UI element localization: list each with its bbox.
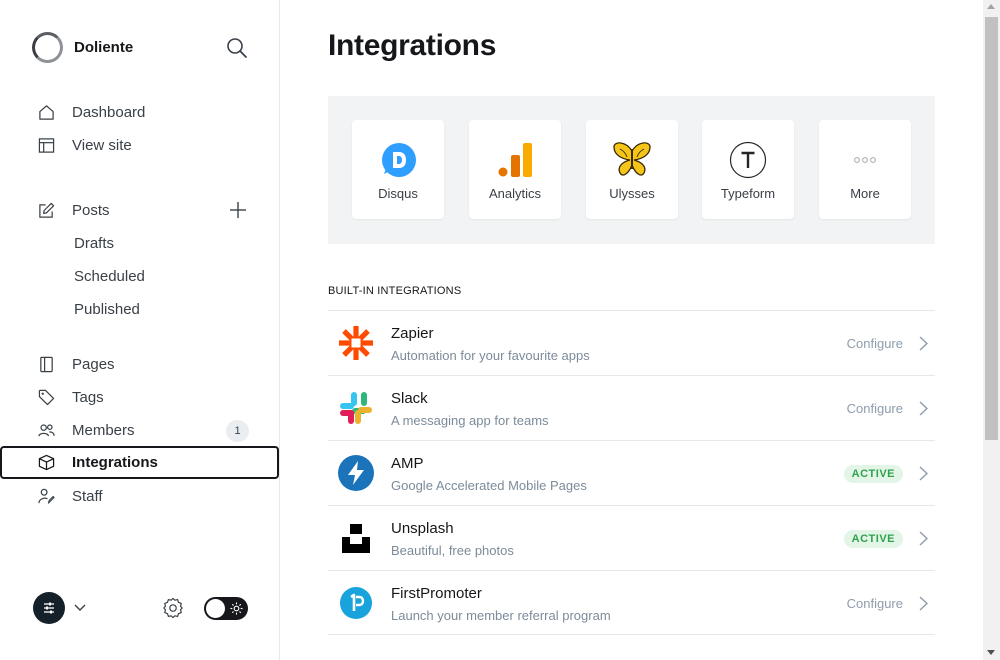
integration-description: Beautiful, free photos <box>391 543 514 558</box>
site-name: Doliente <box>74 39 134 56</box>
vertical-scrollbar[interactable] <box>983 0 1000 660</box>
unsplash-icon <box>338 520 374 556</box>
nav-label: Integrations <box>72 454 158 471</box>
slack-icon <box>338 390 374 426</box>
tile-typeform[interactable]: Typeform <box>702 120 794 219</box>
integration-row-zapier[interactable]: Zapier Automation for your favourite app… <box>328 310 935 375</box>
integration-description: Automation for your favourite apps <box>391 348 590 363</box>
staff-icon <box>38 488 55 504</box>
brand[interactable]: Doliente <box>32 32 133 63</box>
integration-description: Google Accelerated Mobile Pages <box>391 478 587 493</box>
dark-mode-toggle[interactable] <box>204 597 248 620</box>
integration-name: Unsplash <box>391 520 454 537</box>
pages-icon <box>40 356 53 373</box>
nav-staff[interactable]: Staff <box>0 480 280 513</box>
nav-dashboard[interactable]: Dashboard <box>0 96 280 129</box>
tile-disqus[interactable]: Disqus <box>352 120 444 219</box>
scroll-down-arrow[interactable] <box>987 650 995 655</box>
members-count-badge: 1 <box>226 420 249 442</box>
typeform-icon <box>728 140 768 180</box>
chevron-right-icon <box>919 466 928 481</box>
nav-integrations[interactable]: Integrations <box>0 446 279 479</box>
integration-row-amp[interactable]: AMP Google Accelerated Mobile Pages ACTI… <box>328 440 935 505</box>
butterfly-icon <box>612 140 652 180</box>
configure-link[interactable]: Configure <box>847 401 903 416</box>
tile-ulysses[interactable]: Ulysses <box>586 120 678 219</box>
section-title: BUILT-IN INTEGRATIONS <box>328 285 462 297</box>
integration-description: A messaging app for teams <box>391 413 549 428</box>
layout-icon <box>38 138 55 153</box>
tile-label: Analytics <box>488 186 542 201</box>
integration-row-slack[interactable]: Slack A messaging app for teams Configur… <box>328 375 935 440</box>
nav-label: Drafts <box>74 235 115 252</box>
nav-label: Dashboard <box>72 104 146 121</box>
home-icon <box>39 105 54 120</box>
zapier-icon <box>338 325 374 361</box>
nav-label: Members <box>72 422 135 439</box>
tile-analytics[interactable]: Analytics <box>469 120 561 219</box>
amp-icon <box>338 455 374 491</box>
sidebar: Doliente Dashboard View site Posts Draft… <box>0 0 280 660</box>
nav-drafts[interactable]: Drafts <box>0 227 280 260</box>
nav-tags[interactable]: Tags <box>0 381 280 414</box>
toggle-knob <box>206 599 225 618</box>
tile-label: Typeform <box>720 186 776 201</box>
status-badge: ACTIVE <box>843 465 903 483</box>
status-badge: ACTIVE <box>843 530 903 548</box>
sliders-icon <box>44 602 54 614</box>
gear-icon[interactable] <box>162 597 184 619</box>
disqus-icon <box>378 140 418 180</box>
chevron-down-icon[interactable] <box>73 600 87 614</box>
firstpromoter-icon <box>338 585 374 621</box>
user-avatar[interactable] <box>33 592 65 624</box>
chevron-right-icon <box>919 596 928 611</box>
page-title: Integrations <box>328 29 497 62</box>
nav-pages[interactable]: Pages <box>0 348 280 381</box>
nav-label: Tags <box>72 389 104 406</box>
scroll-thumb[interactable] <box>985 17 998 440</box>
integration-name: Zapier <box>391 325 434 342</box>
integration-name: FirstPromoter <box>391 585 482 602</box>
nav-label: View site <box>72 137 132 154</box>
tile-label: Disqus <box>378 186 418 201</box>
integration-name: Slack <box>391 390 428 407</box>
tile-more[interactable]: More <box>819 120 911 219</box>
featured-integrations: Disqus Analytics Ulysses Typeform More <box>328 96 935 244</box>
integration-name: AMP <box>391 455 424 472</box>
nav-label: Scheduled <box>74 268 145 285</box>
nav-published[interactable]: Published <box>0 293 280 326</box>
nav-label: Staff <box>72 488 103 505</box>
integration-row-firstpromoter[interactable]: FirstPromoter Launch your member referra… <box>328 570 935 635</box>
members-icon <box>38 424 55 437</box>
add-post-icon[interactable] <box>229 201 247 219</box>
tag-icon <box>38 389 55 406</box>
tile-label: More <box>850 186 880 201</box>
search-icon[interactable] <box>226 37 248 59</box>
nav-view-site[interactable]: View site <box>0 129 280 162</box>
site-logo <box>32 32 63 63</box>
chevron-right-icon <box>919 401 928 416</box>
more-icon <box>845 140 885 180</box>
chevron-right-icon <box>919 531 928 546</box>
nav-label: Published <box>74 301 140 318</box>
edit-icon <box>39 202 55 218</box>
box-icon <box>38 454 55 471</box>
tile-label: Ulysses <box>609 186 655 201</box>
integration-row-unsplash[interactable]: Unsplash Beautiful, free photos ACTIVE <box>328 505 935 570</box>
scroll-up-arrow[interactable] <box>987 4 995 9</box>
sun-icon <box>230 602 243 615</box>
nav-scheduled[interactable]: Scheduled <box>0 260 280 293</box>
configure-link[interactable]: Configure <box>847 336 903 351</box>
chevron-right-icon <box>919 336 928 351</box>
nav-label: Pages <box>72 356 115 373</box>
configure-link[interactable]: Configure <box>847 596 903 611</box>
analytics-icon <box>495 140 535 180</box>
nav-label: Posts <box>72 202 110 219</box>
integration-description: Launch your member referral program <box>391 608 611 623</box>
